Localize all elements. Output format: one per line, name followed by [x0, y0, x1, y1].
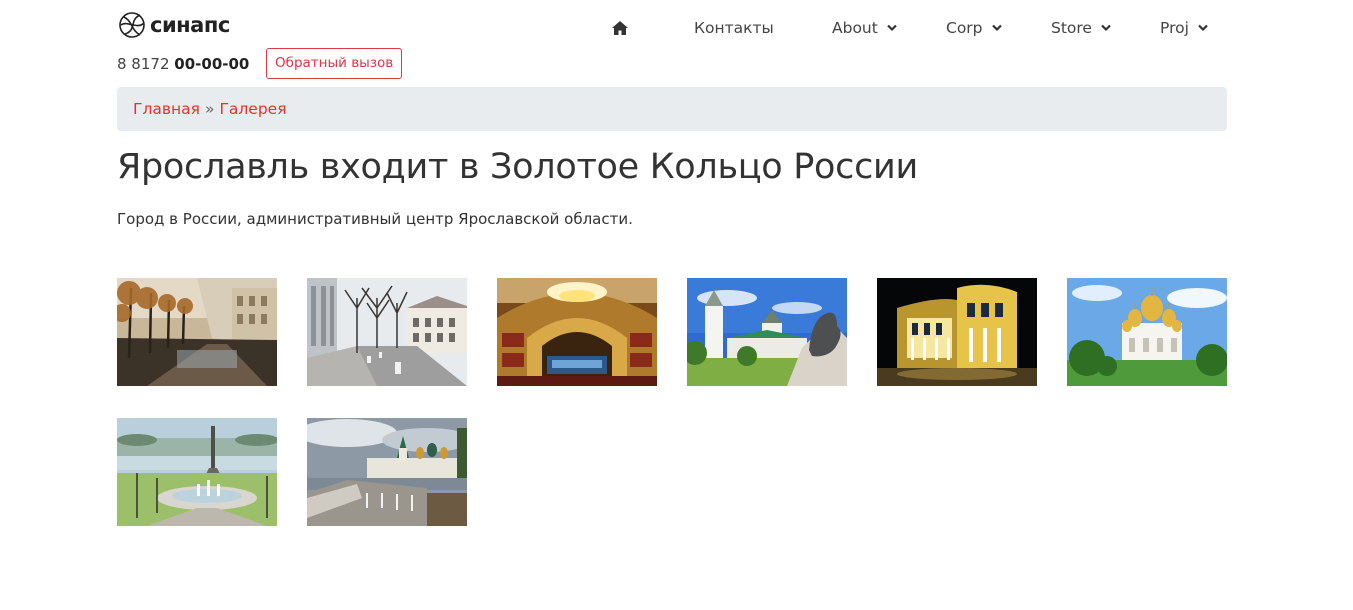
breadcrumb: Главная » Галерея: [117, 87, 1227, 131]
gallery-image-strelka-fountain[interactable]: [117, 418, 277, 526]
gallery-image-theatre-night[interactable]: [877, 278, 1037, 386]
breadcrumb-home-link[interactable]: Главная: [133, 100, 200, 118]
main-nav: Контакты About Corp Store Proj: [117, 10, 1227, 46]
nav-item-about[interactable]: About: [832, 10, 897, 46]
gallery-image-bear-monument[interactable]: [687, 278, 847, 386]
nav-item-store[interactable]: Store: [1051, 10, 1111, 46]
nav-item-label: Store: [1051, 19, 1092, 37]
nav-item-label: Контакты: [694, 19, 774, 37]
chevron-down-icon: [1198, 24, 1208, 32]
phone-main: 00-00-00: [174, 55, 250, 73]
callback-button[interactable]: Обратный вызов: [266, 48, 403, 79]
bear-monument-monastery-photo: [687, 278, 847, 386]
page-description: Город в России, административный центр Я…: [117, 210, 633, 228]
breadcrumb-gallery-link[interactable]: Галерея: [219, 100, 286, 118]
chevron-down-icon: [887, 24, 897, 32]
nav-item-label: About: [832, 19, 878, 37]
theatre-interior-photo: [497, 278, 657, 386]
theatre-night-photo: [877, 278, 1037, 386]
breadcrumb-separator: »: [204, 100, 215, 118]
nav-item-label: Proj: [1160, 19, 1189, 37]
gallery-image-city-street[interactable]: [307, 278, 467, 386]
city-street-photo: [307, 278, 467, 386]
cathedral-golden-domes-photo: [1067, 278, 1227, 386]
kremlin-embankment-photo: [307, 418, 467, 526]
phone-number: 8 8172 00-00-00: [117, 55, 249, 73]
chevron-down-icon: [991, 24, 1002, 32]
page-title: Ярославль входит в Золотое Кольцо России: [117, 147, 918, 187]
nav-item-corp[interactable]: Corp: [946, 10, 1002, 46]
nav-item-label: Corp: [946, 19, 983, 37]
phone-prefix: 8 8172: [117, 55, 170, 73]
home-icon: [612, 21, 628, 35]
strelka-fountain-photo: [117, 418, 277, 526]
gallery-image-autumn-street[interactable]: [117, 278, 277, 386]
gallery-image-theatre-interior[interactable]: [497, 278, 657, 386]
gallery-image-cathedral[interactable]: [1067, 278, 1227, 386]
chevron-down-icon: [1101, 24, 1111, 32]
autumn-street-photo: [117, 278, 277, 386]
nav-item-contacts[interactable]: Контакты: [694, 10, 774, 46]
nav-item-proj[interactable]: Proj: [1160, 10, 1208, 46]
gallery-image-kremlin-embankment[interactable]: [307, 418, 467, 526]
nav-home[interactable]: [611, 10, 629, 46]
